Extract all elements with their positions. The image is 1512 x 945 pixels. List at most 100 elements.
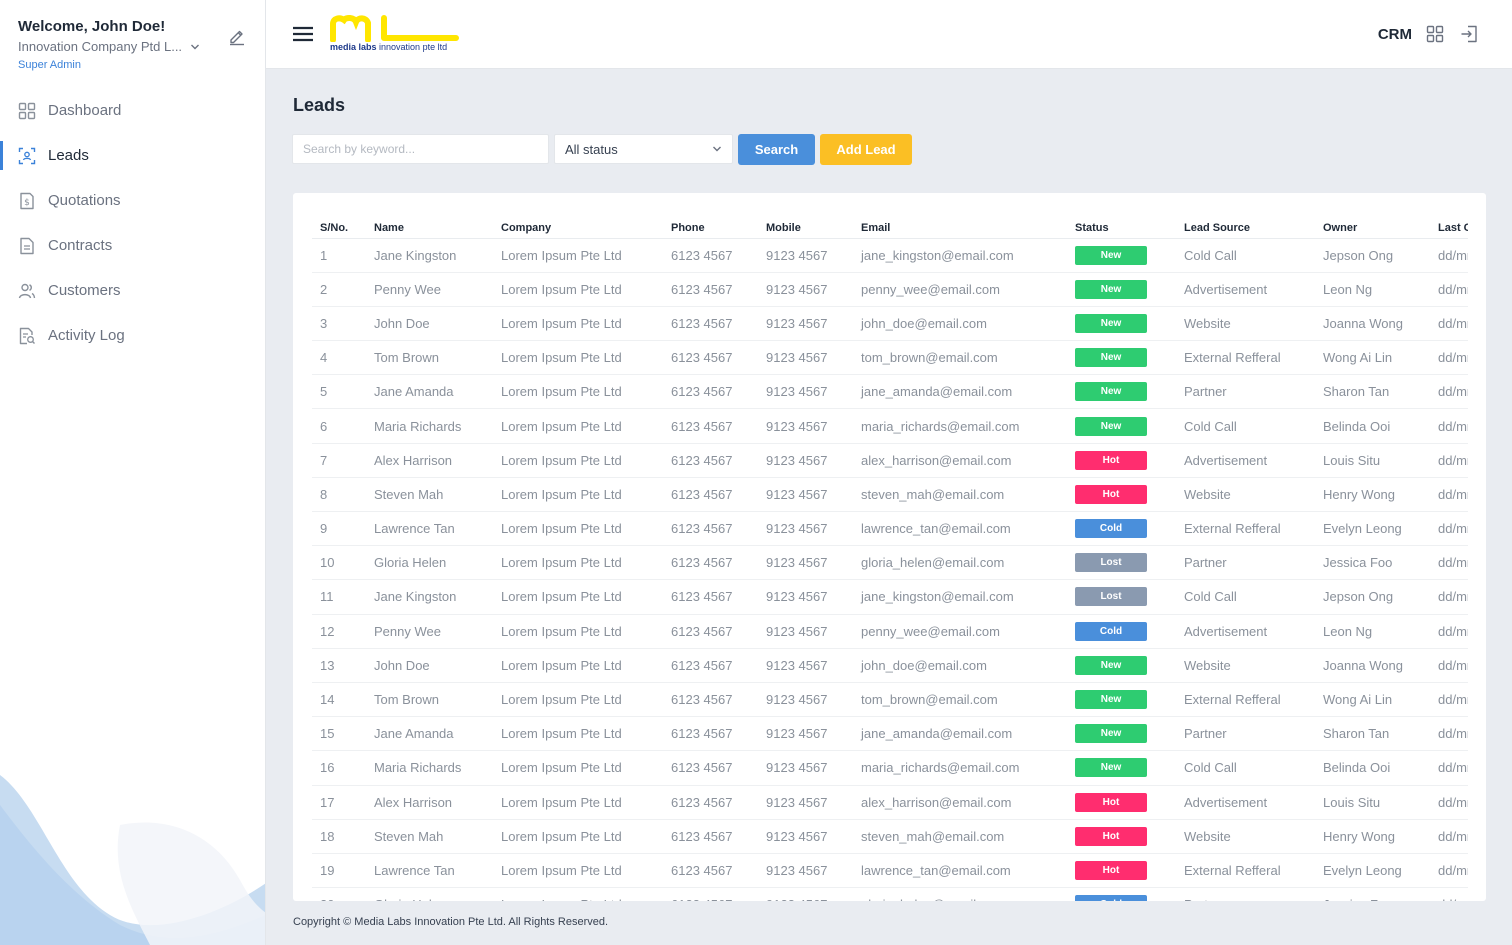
table-row[interactable]: 5 Jane Amanda Lorem Ipsum Pte Ltd 6123 4567… <box>312 374 1468 410</box>
leads-table-card: S/No. Name Company Phone Mobile Email Status Le… <box>293 193 1486 901</box>
cell-email: tom_brown@email.com <box>853 340 1067 376</box>
table-row[interactable]: 2 Penny Wee Lorem Ipsum Pte Ltd 6123 4567 91… <box>312 272 1468 307</box>
cell-status: Cold <box>1067 511 1176 547</box>
cell-phone: 6123 4567 <box>663 511 758 547</box>
cell-lead-source: Advertisement <box>1176 272 1315 307</box>
column-header[interactable]: Owner <box>1315 205 1430 239</box>
column-header[interactable]: Email <box>853 205 1067 239</box>
table-row[interactable]: 17 Alex Harrison Lorem Ipsum Pte Ltd 6123 4… <box>312 785 1468 820</box>
cell-mobile: 9123 4567 <box>758 374 853 410</box>
table-row[interactable]: 7 Alex Harrison Lorem Ipsum Pte Ltd 6123 45… <box>312 443 1468 478</box>
company-logo[interactable]: media labs innovation pte ltd <box>330 14 462 56</box>
cell-owner: Henry Wong <box>1315 477 1430 513</box>
column-header[interactable]: Mobile <box>758 205 853 239</box>
search-button[interactable]: Search <box>738 134 815 165</box>
cell-owner: Belinda Ooi <box>1315 750 1430 786</box>
cell-lead-source: Partner <box>1176 887 1315 901</box>
cell-owner: Wong Ai Lin <box>1315 682 1430 718</box>
status-badge: Hot <box>1075 826 1147 846</box>
cell-status: New <box>1067 408 1176 444</box>
column-header[interactable]: Name <box>366 205 493 239</box>
cell-phone: 6123 4567 <box>663 887 758 901</box>
cell-last-contact: dd/mm/yyyy <box>1430 511 1468 547</box>
cell-sno: 12 <box>312 614 366 649</box>
sidebar-item-activity-log[interactable]: Activity Log <box>0 313 265 358</box>
app-label: CRM <box>1377 26 1412 43</box>
cell-status: New <box>1067 716 1176 752</box>
svg-text:$: $ <box>24 198 30 208</box>
search-input[interactable] <box>292 134 549 164</box>
table-row[interactable]: 10 Gloria Helen Lorem Ipsum Pte Ltd 6123 45… <box>312 545 1468 581</box>
edit-icon[interactable] <box>227 26 247 46</box>
table-row[interactable]: 12 Penny Wee Lorem Ipsum Pte Ltd 6123 4567 9… <box>312 614 1468 649</box>
cell-sno: 9 <box>312 511 366 547</box>
sidebar-item-contracts[interactable]: Contracts <box>0 223 265 268</box>
add-lead-button[interactable]: Add Lead <box>820 134 912 165</box>
chevron-down-icon <box>191 44 200 49</box>
table-row[interactable]: 19 Lawrence Tan Lorem Ipsum Pte Ltd 6123 45… <box>312 853 1468 889</box>
cell-last-contact: dd/mm/yyyy <box>1430 614 1468 649</box>
column-header[interactable]: Company <box>493 205 663 239</box>
column-header[interactable]: Lead Source <box>1176 205 1315 239</box>
sidebar-item-dashboard[interactable]: Dashboard <box>0 88 265 133</box>
column-header[interactable]: Status <box>1067 205 1176 239</box>
logout-icon[interactable] <box>1460 25 1478 43</box>
cell-name: Maria Richards <box>366 408 493 444</box>
cell-sno: 10 <box>312 545 366 581</box>
table-row[interactable]: 1 Jane Kingston Lorem Ipsum Pte Ltd 6123 45… <box>312 238 1468 273</box>
table-header-row: S/No. Name Company Phone Mobile Email Status Le… <box>312 205 1468 239</box>
sidebar-item-leads[interactable]: Leads <box>0 133 265 178</box>
apps-grid-icon[interactable] <box>1426 25 1444 43</box>
activity-log-icon <box>18 327 36 345</box>
hamburger-menu-icon[interactable] <box>292 24 314 44</box>
table-row[interactable]: 20Gloria HelenLorem Ipsum Pte Ltd6123 45… <box>312 887 1468 901</box>
table-row[interactable]: 4 Tom Brown Lorem Ipsum Pte Ltd 6123 4567 91… <box>312 340 1468 376</box>
cell-status: New <box>1067 750 1176 786</box>
table-row[interactable]: 18 Steven Mah Lorem Ipsum Pte Ltd 6123 4567… <box>312 819 1468 854</box>
cell-name: Tom Brown <box>366 682 493 718</box>
cell-status: New <box>1067 648 1176 683</box>
cell-lead-source: External Refferal <box>1176 511 1315 547</box>
cell-phone: 6123 4567 <box>663 306 758 342</box>
cell-status: New <box>1067 374 1176 410</box>
cell-name: Alex Harrison <box>366 785 493 820</box>
table-row[interactable]: 9 Lawrence Tan Lorem Ipsum Pte Ltd 6123 456… <box>312 511 1468 547</box>
sidebar-item-customers[interactable]: Customers <box>0 268 265 313</box>
cell-email: gloria_helen@email.com <box>853 545 1067 581</box>
table-row[interactable]: 8 Steven Mah Lorem Ipsum Pte Ltd 6123 4567 9… <box>312 477 1468 513</box>
cell-status: New <box>1067 682 1176 718</box>
status-badge: Hot <box>1075 484 1147 504</box>
status-badge: Lost <box>1075 553 1147 573</box>
cell-status: New <box>1067 340 1176 376</box>
status-filter-select[interactable]: All status <box>554 134 733 164</box>
cell-email: tom_brown@email.com <box>853 682 1067 718</box>
table-row[interactable]: 16 Maria Richards Lorem Ipsum Pte Ltd 6123 … <box>312 750 1468 786</box>
sidebar-item-quotations[interactable]: $ Quotations <box>0 178 265 223</box>
cell-company: Lorem Ipsum Pte Ltd <box>493 511 663 547</box>
company-switcher[interactable]: Innovation Company Ptd L... <box>18 39 247 54</box>
cell-last-contact: dd/mm/yyyy <box>1430 716 1468 752</box>
column-header[interactable]: S/No. <box>312 205 366 239</box>
column-header[interactable]: Last Contact <box>1430 205 1468 239</box>
cell-name: Lawrence Tan <box>366 511 493 547</box>
leads-table-scroll[interactable]: S/No. Name Company Phone Mobile Email Status Le… <box>312 205 1468 901</box>
table-row[interactable]: 15 Jane Amanda Lorem Ipsum Pte Ltd 6123 456… <box>312 716 1468 752</box>
status-badge: New <box>1075 279 1147 299</box>
column-header[interactable]: Phone <box>663 205 758 239</box>
cell-sno: 3 <box>312 306 366 342</box>
table-row[interactable]: 13 John Doe Lorem Ipsum Pte Ltd 6123 4567 91… <box>312 648 1468 683</box>
leads-table: S/No. Name Company Phone Mobile Email Status Le… <box>312 205 1468 901</box>
table-row[interactable]: 6 Maria Richards Lorem Ipsum Pte Ltd 6123 4… <box>312 408 1468 444</box>
table-row[interactable]: 3 John Doe Lorem Ipsum Pte Ltd 6123 4567 912… <box>312 306 1468 342</box>
status-badge: Cold <box>1075 621 1147 641</box>
cell-phone: 6123 4567 <box>663 477 758 513</box>
status-badge: New <box>1075 245 1147 265</box>
cell-lead-source: External Refferal <box>1176 340 1315 376</box>
table-row[interactable]: 14 Tom Brown Lorem Ipsum Pte Ltd 6123 4567 9… <box>312 682 1468 718</box>
table-row[interactable]: 11 Jane Kingston Lorem Ipsum Pte Ltd 6123 4… <box>312 579 1468 615</box>
cell-sno: 20 <box>312 887 366 901</box>
top-header: media labs innovation pte ltd CRM <box>266 0 1512 69</box>
cell-company: Lorem Ipsum Pte Ltd <box>493 682 663 718</box>
cell-company: Lorem Ipsum Pte Ltd <box>493 238 663 273</box>
leads-icon <box>18 147 36 165</box>
